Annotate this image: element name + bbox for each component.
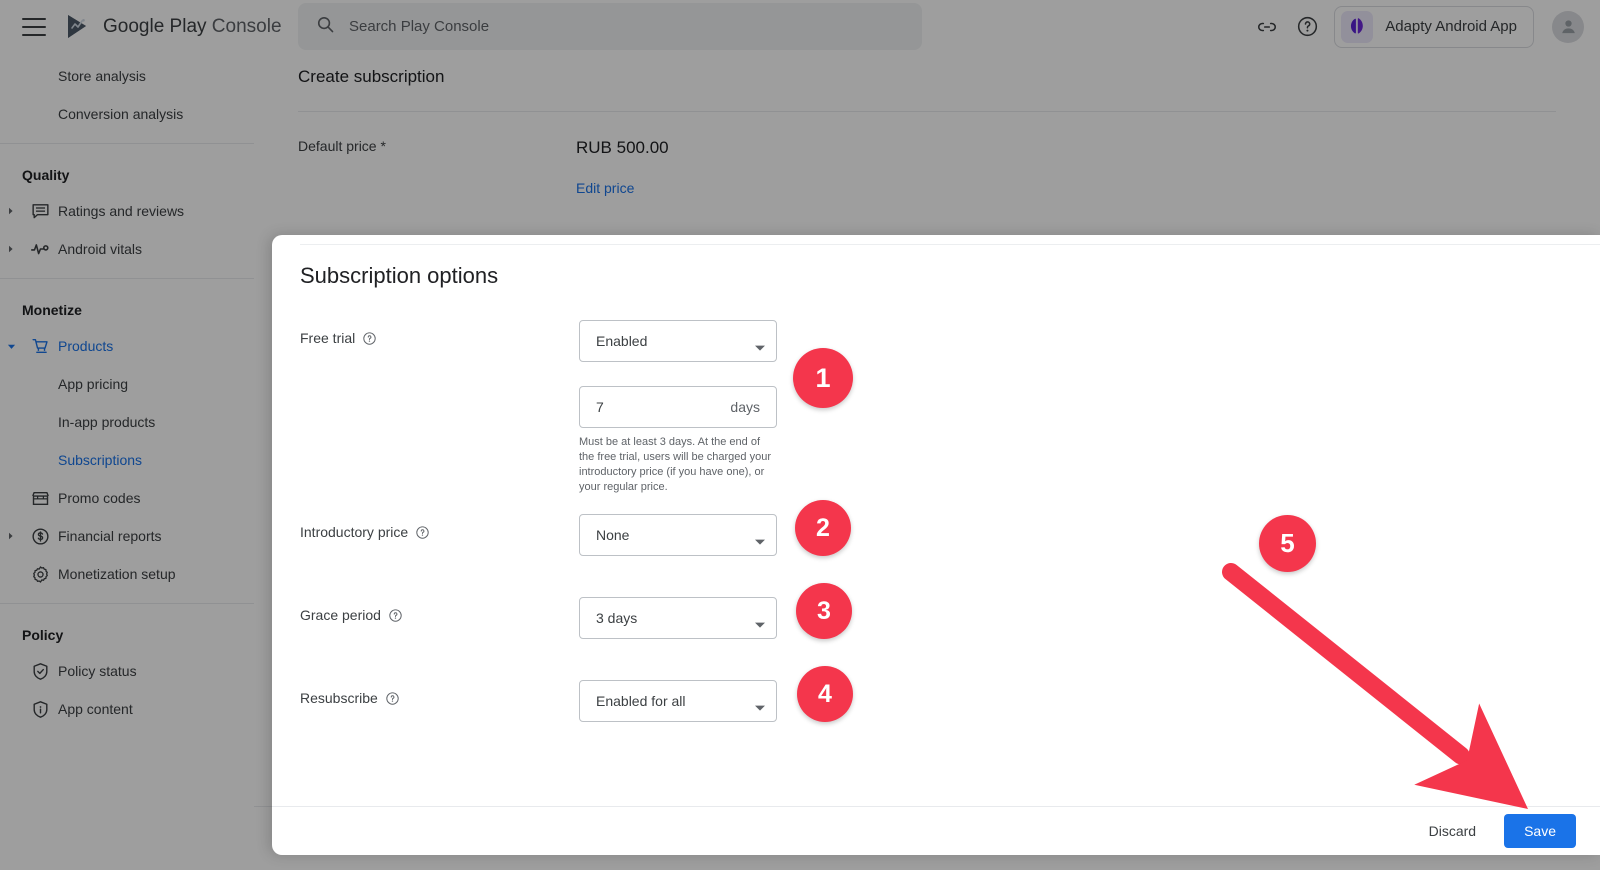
chevron-down-icon <box>755 532 765 538</box>
free-trial-days-input[interactable]: 7 days <box>579 386 777 428</box>
select-value: 3 days <box>596 610 637 626</box>
field-label-empty <box>300 386 579 396</box>
field-label: Resubscribe <box>300 680 579 706</box>
discard-button[interactable]: Discard <box>1417 814 1488 848</box>
input-suffix: days <box>730 399 760 415</box>
chevron-down-icon <box>755 698 765 704</box>
field-label-text: Grace period <box>300 607 381 623</box>
dialog-footer: Discard Save <box>272 807 1600 855</box>
help-circle-icon[interactable] <box>388 608 403 623</box>
field-label-text: Introductory price <box>300 524 408 540</box>
screen: Google Play Console Search Play Console <box>0 0 1600 870</box>
field-free-trial-days: 7 days Must be at least 3 days. At the e… <box>300 386 1600 495</box>
subscription-options-dialog: Subscription options Free trial Enabled <box>272 235 1600 855</box>
field-label: Grace period <box>300 597 579 623</box>
introductory-price-select[interactable]: None <box>579 514 777 556</box>
divider <box>300 244 1600 245</box>
help-circle-icon[interactable] <box>385 691 400 706</box>
field-introductory-price: Introductory price None <box>300 514 1600 556</box>
input-value: 7 <box>596 399 604 415</box>
field-grace-period: Grace period 3 days <box>300 597 1600 639</box>
field-resubscribe: Resubscribe Enabled for all <box>300 680 1600 722</box>
field-label: Free trial <box>300 320 579 346</box>
dialog-title: Subscription options <box>300 263 498 289</box>
free-trial-select[interactable]: Enabled <box>579 320 777 362</box>
free-trial-days-block: 7 days Must be at least 3 days. At the e… <box>579 386 777 495</box>
save-button[interactable]: Save <box>1504 814 1576 848</box>
select-value: Enabled for all <box>596 693 686 709</box>
field-label-text: Free trial <box>300 330 355 346</box>
field-label-text: Resubscribe <box>300 690 378 706</box>
help-circle-icon[interactable] <box>415 525 430 540</box>
resubscribe-select[interactable]: Enabled for all <box>579 680 777 722</box>
select-value: None <box>596 527 629 543</box>
field-free-trial: Free trial Enabled <box>300 320 1600 362</box>
free-trial-hint: Must be at least 3 days. At the end of t… <box>579 435 777 495</box>
chevron-down-icon <box>755 338 765 344</box>
grace-period-select[interactable]: 3 days <box>579 597 777 639</box>
select-value: Enabled <box>596 333 647 349</box>
subscription-options-form: Free trial Enabled <box>300 320 1600 722</box>
help-circle-icon[interactable] <box>362 331 377 346</box>
field-label: Introductory price <box>300 514 579 540</box>
chevron-down-icon <box>755 615 765 621</box>
